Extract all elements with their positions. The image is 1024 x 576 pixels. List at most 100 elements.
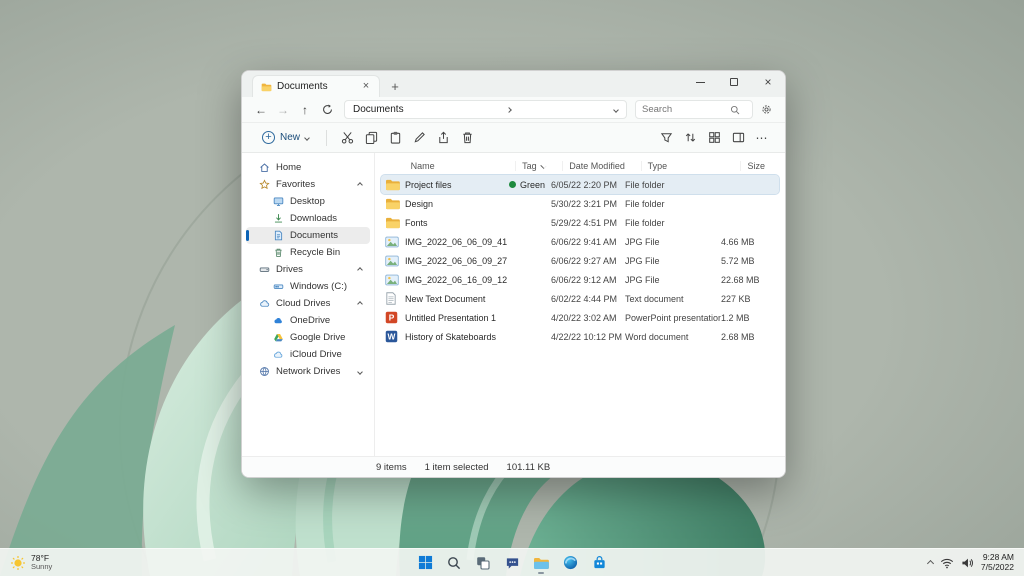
maximize-button[interactable]: [717, 71, 751, 93]
taskbar-search-button[interactable]: [442, 551, 466, 575]
column-header-size[interactable]: Size: [747, 161, 769, 171]
weather-widget[interactable]: 78°F Sunny: [0, 549, 62, 576]
recycle-bin-icon: [272, 247, 284, 258]
up-button[interactable]: ↑: [296, 101, 314, 119]
volume-icon[interactable]: [961, 557, 974, 569]
date-modified: 6/02/22 4:44 PM: [551, 293, 618, 304]
tray-overflow-chevron-icon[interactable]: [926, 559, 934, 568]
sidebar-item-windows-c[interactable]: Windows (C:): [246, 278, 370, 295]
rename-button[interactable]: [408, 127, 430, 149]
copy-button[interactable]: [360, 127, 382, 149]
chevron-down-icon[interactable]: [357, 368, 363, 375]
document-icon: [272, 230, 284, 241]
clock-date: 7/5/2022: [980, 561, 1014, 572]
file-row-untitled-presentation[interactable]: P Untitled Presentation 1 4/20/22 3:02 A…: [381, 308, 779, 327]
item-count: 9 items: [376, 461, 407, 473]
refresh-button[interactable]: [318, 101, 336, 119]
sidebar-item-label: Recycle Bin: [290, 247, 341, 258]
sidebar-item-network-drives[interactable]: Network Drives: [246, 363, 370, 380]
sort-icon: [685, 133, 695, 142]
file-type: Word document: [625, 331, 689, 342]
edge-button[interactable]: [558, 551, 582, 575]
gear-icon: [761, 105, 771, 114]
svg-text:W: W: [388, 332, 396, 342]
selection-count: 1 item selected: [424, 461, 489, 473]
new-tab-button[interactable]: +: [388, 79, 402, 93]
file-size: 22.68 MB: [721, 274, 760, 285]
tag-dot-green: [509, 181, 516, 188]
tab-title: Documents: [277, 81, 328, 92]
column-header-date-modified[interactable]: Date Modified: [569, 161, 642, 171]
delete-button[interactable]: [456, 127, 478, 149]
chat-button[interactable]: [500, 551, 524, 575]
sidebar-item-desktop[interactable]: Desktop: [246, 193, 370, 210]
file-name: Fonts: [405, 217, 428, 228]
file-name: New Text Document: [405, 293, 486, 304]
sidebar-item-downloads[interactable]: Downloads: [246, 210, 370, 227]
store-button[interactable]: [587, 551, 611, 575]
tab-documents[interactable]: Documents ×: [252, 75, 380, 97]
sun-icon: [11, 555, 25, 570]
file-row-design[interactable]: Design 5/30/22 3:21 PM File folder: [381, 194, 779, 213]
close-button[interactable]: ×: [751, 71, 785, 93]
chevron-up-icon[interactable]: [357, 266, 363, 273]
chevron-up-icon[interactable]: [357, 300, 363, 307]
sidebar-item-label: Windows (C:): [290, 281, 348, 292]
back-button[interactable]: ←: [252, 101, 270, 119]
taskbar-clock[interactable]: 9:28 AM 7/5/2022: [980, 552, 1014, 572]
file-row-project-files[interactable]: Project files Green 6/05/22 2:20 PM File…: [380, 174, 780, 195]
address-dropdown-icon[interactable]: [613, 106, 619, 113]
search-icon: [730, 105, 740, 114]
start-button[interactable]: [413, 551, 437, 575]
navigation-bar: ← → ↑ Documents: [242, 97, 785, 123]
file-row-img-09-27[interactable]: IMG_2022_06_06_09_27 6/06/22 9:27 AM JPG…: [381, 251, 779, 270]
details-pane-button[interactable]: [727, 127, 749, 149]
file-row-img-09-41[interactable]: IMG_2022_06_06_09_41 6/06/22 9:41 AM JPG…: [381, 232, 779, 251]
sidebar-item-label: Network Drives: [276, 366, 341, 377]
star-icon: [258, 179, 270, 190]
column-header-tag[interactable]: Tag: [522, 161, 564, 171]
search-input[interactable]: [642, 104, 726, 115]
sidebar-item-cloud-drives[interactable]: Cloud Drives: [246, 295, 370, 312]
sidebar-item-home[interactable]: Home: [246, 159, 370, 176]
file-row-new-text-document[interactable]: New Text Document 6/02/22 4:44 PM Text d…: [381, 289, 779, 308]
svg-text:P: P: [389, 313, 395, 323]
file-row-fonts[interactable]: Fonts 5/29/22 4:51 PM File folder: [381, 213, 779, 232]
chevron-down-icon: [540, 162, 547, 170]
cut-icon: [341, 132, 353, 144]
wifi-icon[interactable]: [940, 557, 954, 569]
file-type: JPG File: [625, 255, 660, 266]
file-size: 2.68 MB: [721, 331, 755, 342]
address-bar[interactable]: Documents: [344, 100, 627, 119]
file-row-history-of-skateboards[interactable]: W History of Skateboards 4/22/22 10:12 P…: [381, 327, 779, 346]
column-header-name[interactable]: Name: [411, 161, 517, 171]
sidebar-item-onedrive[interactable]: OneDrive: [246, 312, 370, 329]
sidebar-item-icloud-drive[interactable]: iCloud Drive: [246, 346, 370, 363]
sort-button[interactable]: [679, 127, 701, 149]
task-view-button[interactable]: [471, 551, 495, 575]
folder-icon: [385, 178, 405, 191]
sidebar-item-google-drive[interactable]: Google Drive: [246, 329, 370, 346]
sidebar-item-favorites[interactable]: Favorites: [246, 176, 370, 193]
tab-close-icon[interactable]: ×: [359, 80, 373, 94]
paste-button[interactable]: [384, 127, 406, 149]
more-options-button[interactable]: ⋯: [751, 127, 773, 149]
filter-button[interactable]: [655, 127, 677, 149]
share-button[interactable]: [432, 127, 454, 149]
new-button[interactable]: + New: [254, 128, 317, 147]
settings-button[interactable]: [757, 101, 775, 119]
cut-button[interactable]: [336, 127, 358, 149]
chevron-up-icon[interactable]: [357, 181, 363, 188]
breadcrumb[interactable]: Documents: [353, 104, 404, 115]
forward-button[interactable]: →: [274, 101, 292, 119]
file-type: File folder: [625, 198, 665, 209]
search-box[interactable]: [635, 100, 753, 119]
sidebar-item-drives[interactable]: Drives: [246, 261, 370, 278]
sidebar-item-documents[interactable]: Documents: [246, 227, 370, 244]
file-explorer-button[interactable]: [529, 551, 553, 575]
file-row-img-09-12[interactable]: IMG_2022_06_16_09_12 6/06/22 9:12 AM JPG…: [381, 270, 779, 289]
minimize-button[interactable]: [683, 71, 717, 93]
column-header-type[interactable]: Type: [648, 161, 742, 171]
sidebar-item-recycle-bin[interactable]: Recycle Bin: [246, 244, 370, 261]
view-button[interactable]: [703, 127, 725, 149]
